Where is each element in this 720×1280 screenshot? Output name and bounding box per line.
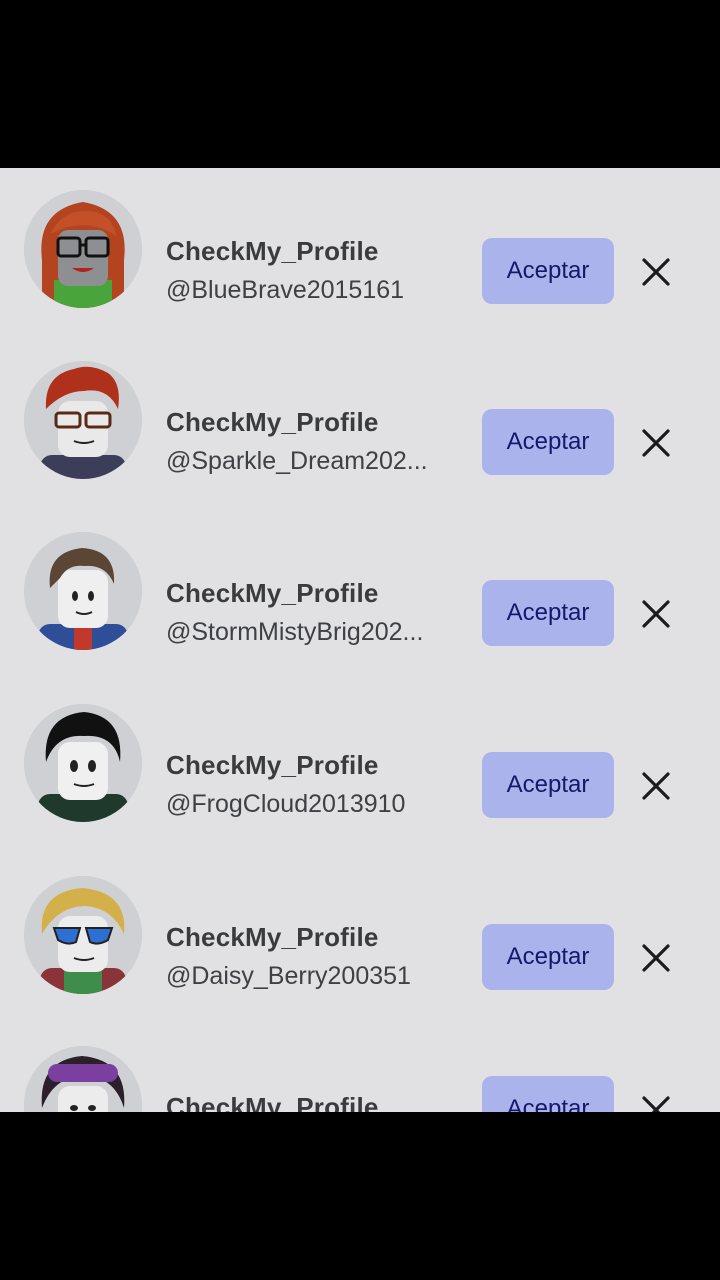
accept-button[interactable]: Aceptar bbox=[482, 752, 614, 818]
list-item: CheckMy_Profile @FrogCloud2013910 Acepta… bbox=[0, 704, 720, 834]
list-item: CheckMy_Profile Aceptar bbox=[0, 1046, 720, 1112]
display-name: CheckMy_Profile bbox=[166, 750, 379, 780]
display-name: CheckMy_Profile bbox=[166, 236, 379, 266]
avatar[interactable] bbox=[24, 876, 142, 994]
display-name: CheckMy_Profile bbox=[166, 407, 379, 437]
list-item: CheckMy_Profile @BlueBrave2015161 Acepta… bbox=[0, 190, 720, 320]
close-icon[interactable] bbox=[638, 425, 674, 461]
accept-button[interactable]: Aceptar bbox=[482, 409, 614, 475]
close-icon[interactable] bbox=[638, 596, 674, 632]
accept-button[interactable]: Aceptar bbox=[482, 238, 614, 304]
friend-requests-list: CheckMy_Profile @BlueBrave2015161 Acepta… bbox=[0, 168, 720, 1112]
display-name: CheckMy_Profile bbox=[166, 922, 379, 952]
accept-button[interactable]: Aceptar bbox=[482, 1076, 614, 1112]
accept-button[interactable]: Aceptar bbox=[482, 924, 614, 990]
list-item: CheckMy_Profile @Daisy_Berry200351 Acept… bbox=[0, 876, 720, 1006]
list-item: CheckMy_Profile @StormMistyBrig202... Ac… bbox=[0, 532, 720, 662]
display-name: CheckMy_Profile bbox=[166, 1092, 379, 1112]
avatar[interactable] bbox=[24, 704, 142, 822]
avatar[interactable] bbox=[24, 361, 142, 479]
accept-button[interactable]: Aceptar bbox=[482, 580, 614, 646]
username: @Sparkle_Dream202... bbox=[166, 447, 428, 475]
username: @Daisy_Berry200351 bbox=[166, 962, 411, 990]
list-item: CheckMy_Profile @Sparkle_Dream202... Ace… bbox=[0, 361, 720, 491]
username: @BlueBrave2015161 bbox=[166, 276, 405, 304]
close-icon[interactable] bbox=[638, 940, 674, 976]
close-icon[interactable] bbox=[638, 254, 674, 290]
username: @StormMistyBrig202... bbox=[166, 618, 424, 646]
display-name: CheckMy_Profile bbox=[166, 578, 379, 608]
close-icon[interactable] bbox=[638, 1092, 674, 1112]
avatar[interactable] bbox=[24, 190, 142, 308]
close-icon[interactable] bbox=[638, 768, 674, 804]
username: @FrogCloud2013910 bbox=[166, 790, 406, 818]
avatar[interactable] bbox=[24, 1046, 142, 1112]
avatar[interactable] bbox=[24, 532, 142, 650]
